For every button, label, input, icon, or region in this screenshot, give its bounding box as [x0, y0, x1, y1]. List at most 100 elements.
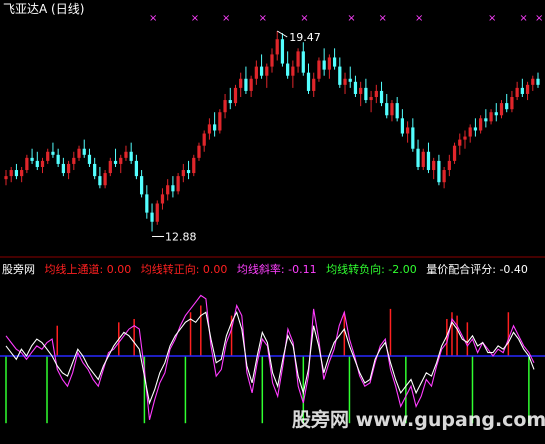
candle-up: [254, 66, 258, 79]
candle-up: [249, 78, 253, 91]
candle-up: [202, 133, 206, 146]
candle-down: [385, 103, 389, 116]
candle-up: [77, 148, 81, 158]
signal-marker: ×: [347, 13, 355, 24]
candle-down: [301, 51, 305, 73]
candle-up: [369, 97, 373, 101]
candle-down: [395, 103, 399, 119]
high-price-label: 19.47: [289, 31, 321, 44]
candle-up: [124, 151, 128, 158]
candle-down: [520, 87, 524, 94]
candle-up: [515, 87, 519, 98]
candle-down: [286, 63, 290, 76]
candle-down: [536, 78, 540, 85]
candle-up: [233, 87, 238, 104]
candle-down: [129, 151, 133, 161]
candle-down: [437, 160, 441, 183]
signal-marker: ×: [191, 13, 199, 24]
candle-down: [426, 151, 431, 171]
candle-up: [155, 203, 159, 222]
candle-up: [405, 127, 410, 134]
candle-up: [317, 60, 321, 79]
candle-up: [421, 151, 425, 167]
candle-up: [468, 127, 472, 137]
candle-down: [93, 163, 97, 177]
candle-up: [72, 157, 76, 164]
legend-slope-value: -0.11: [288, 263, 316, 276]
candle-down: [332, 57, 337, 67]
candle-up: [359, 87, 363, 94]
candle-down: [61, 163, 65, 174]
candle-down: [56, 154, 60, 164]
candle-down: [14, 170, 19, 177]
candle-up: [432, 160, 436, 171]
signal-marker: ×: [488, 13, 496, 24]
candle-down: [51, 151, 55, 155]
candle-up: [66, 163, 71, 174]
legend-turn-positive-value: 0.00: [203, 263, 228, 276]
legend-channel-name: 均线上通道: [45, 262, 100, 276]
stock-chart: 飞亚达A (日线) × × × × × × × × × × × 19.47 12.88 股旁网 均线…: [0, 0, 545, 444]
candle-down: [379, 90, 384, 104]
candle-up: [4, 176, 8, 180]
candle-down: [484, 118, 488, 122]
candle-up: [270, 54, 274, 67]
signal-marker: ×: [379, 13, 387, 24]
candle-down: [505, 103, 509, 110]
candle-up: [463, 136, 467, 140]
candle-down: [473, 127, 478, 131]
candle-up: [9, 170, 13, 177]
candle-up: [197, 145, 201, 158]
signal-marker: ×: [259, 13, 267, 24]
candle-up: [327, 57, 331, 70]
candle-up: [176, 176, 180, 192]
watermark-text: 股旁网 www.gupang.com: [292, 408, 545, 431]
candle-up: [265, 66, 269, 76]
candle-down: [364, 87, 368, 101]
candle-up: [40, 160, 45, 167]
candle-up: [499, 103, 504, 116]
candle-down: [134, 160, 139, 177]
candle-up: [119, 157, 123, 164]
candle-up: [223, 100, 227, 113]
candle-down: [306, 72, 311, 91]
candle-up: [166, 185, 170, 195]
candle-down: [213, 124, 217, 131]
candle-down: [98, 176, 102, 186]
candle-up: [25, 157, 29, 171]
signal-marker: ×: [519, 13, 527, 24]
candle-down: [338, 66, 342, 85]
candle-up: [442, 170, 446, 183]
candle-up: [46, 151, 50, 161]
candle-up: [108, 160, 112, 174]
indicator-legend: 股旁网 均线上通道: 0.00 均线转正向: 0.00 均线斜率: -0.11 …: [2, 262, 528, 276]
candle-down: [348, 78, 352, 82]
candle-down: [259, 66, 264, 76]
candle-up: [343, 78, 347, 85]
candle-up: [374, 90, 378, 98]
candle-up: [489, 112, 493, 122]
candle-up: [239, 78, 243, 88]
legend-indicator-name: 股旁网: [2, 262, 35, 276]
candle-down: [35, 160, 39, 167]
candle-up: [447, 160, 451, 171]
candle-up: [181, 170, 185, 177]
legend-turn-negative-name: 均线转负向: [326, 262, 381, 276]
legend-channel-value: 0.00: [107, 263, 132, 276]
candle-down: [244, 78, 248, 91]
signal-marker: ×: [415, 13, 423, 24]
candle-down: [228, 100, 232, 104]
candle-down: [139, 176, 144, 195]
chart-title: 飞亚达A (日线): [3, 2, 84, 16]
signal-marker: ×: [300, 13, 308, 24]
signal-marker: ×: [149, 13, 157, 24]
candle-up: [160, 194, 165, 204]
candle-up: [296, 51, 300, 67]
candle-down: [113, 160, 118, 164]
legend-row: 股旁网 均线上通道: 0.00 均线转正向: 0.00 均线斜率: -0.11 …: [2, 262, 528, 276]
candle-down: [322, 60, 326, 70]
candle-down: [30, 157, 34, 161]
candle-up: [275, 39, 279, 55]
candle-up: [207, 124, 212, 134]
candle-up: [192, 157, 196, 174]
